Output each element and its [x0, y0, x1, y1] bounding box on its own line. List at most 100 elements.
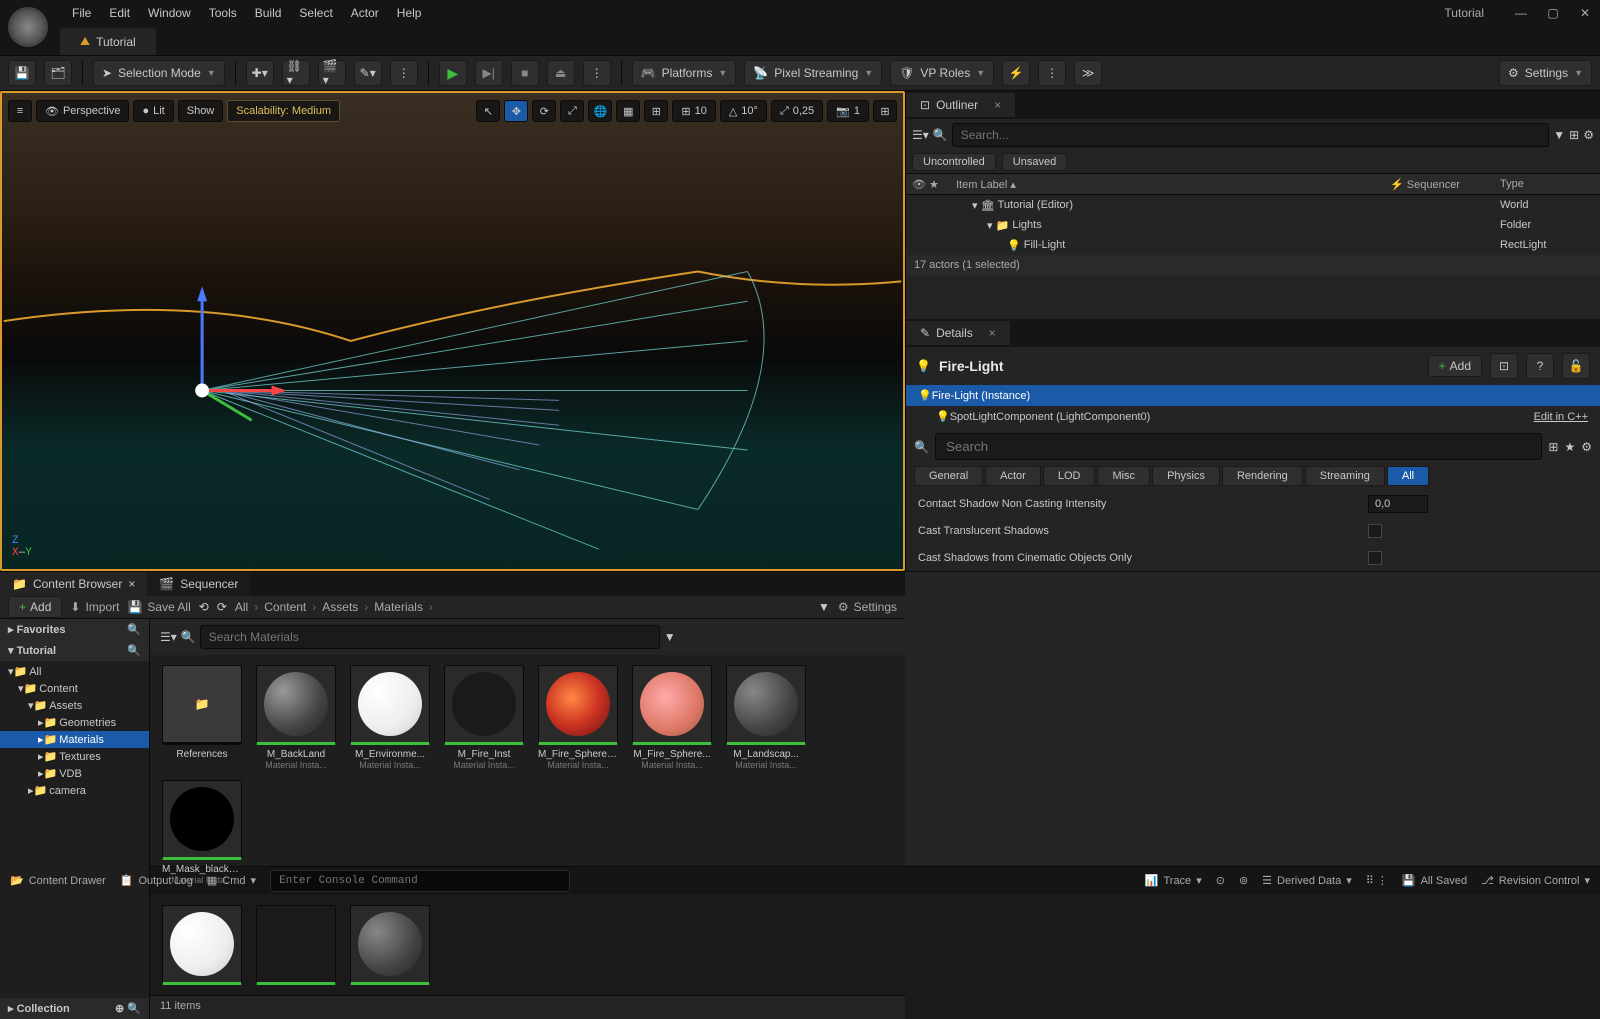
cat-physics[interactable]: Physics [1152, 466, 1220, 486]
mode-dropdown[interactable]: ➤ Selection Mode ▼ [93, 60, 225, 86]
step-button[interactable]: ▶| [475, 60, 503, 86]
collection-section[interactable]: ▸ Collection⊕ 🔍 [0, 998, 149, 1019]
menu-build[interactable]: Build [255, 6, 282, 20]
component-spotlight[interactable]: 💡 SpotLightComponent (LightComponent0) E… [906, 406, 1600, 427]
show-dropdown[interactable]: Show [178, 100, 224, 122]
select-tool[interactable]: ↖ [476, 100, 500, 122]
play-button[interactable]: ▶ [439, 60, 467, 86]
outliner-row-folder[interactable]: ▾ 📁 Lights Folder [906, 215, 1600, 235]
viewport-options[interactable]: ≡ [8, 100, 32, 122]
saveall-button[interactable]: 💾 Save All [127, 600, 190, 614]
move-tool[interactable]: ✥ [504, 100, 528, 122]
asset-item[interactable] [160, 905, 244, 985]
content-drawer-button[interactable]: 📂 Content Drawer [10, 874, 106, 887]
cb-settings[interactable]: ⚙ Settings [838, 600, 897, 614]
edit-in-cpp-link[interactable]: Edit in C++ [1534, 411, 1588, 423]
perf-icon[interactable]: ⊙ [1216, 874, 1225, 887]
close-icon[interactable]: × [128, 577, 135, 591]
import-button[interactable]: ⬇ Import [70, 600, 119, 614]
expand-button[interactable]: ≫ [1074, 60, 1102, 86]
menu-tools[interactable]: Tools [209, 6, 237, 20]
camera-speed[interactable]: 📷 1 [827, 100, 869, 122]
sequencer-tab[interactable]: 🎬 Sequencer [147, 572, 250, 596]
trace-dropdown[interactable]: 📊 Trace ▾ [1145, 874, 1202, 887]
favorites-section[interactable]: ▸ Favorites🔍 [0, 619, 149, 640]
cat-rendering[interactable]: Rendering [1222, 466, 1303, 486]
details-tab[interactable]: ✎ Details× [906, 321, 1010, 345]
stop-button[interactable]: ■ [511, 60, 539, 86]
tool2-button[interactable]: ⋮ [390, 60, 418, 86]
scale-snap[interactable]: ⤢ 0,25 [771, 100, 823, 122]
outliner-row-light[interactable]: 💡 Fill-Light RectLight [906, 235, 1600, 255]
scalability-dropdown[interactable]: Scalability: Medium [227, 100, 340, 122]
window-maximize[interactable]: ▢ [1546, 6, 1560, 20]
save-button[interactable]: 💾 [8, 60, 36, 86]
window-minimize[interactable]: — [1514, 6, 1528, 20]
sync-icon[interactable]: ⊚ [1239, 874, 1248, 887]
project-section[interactable]: ▾ Tutorial🔍 [0, 640, 149, 661]
asset-item[interactable]: M_BackLandMaterial Insta... [254, 665, 338, 770]
close-icon[interactable]: × [989, 326, 996, 340]
menu-actor[interactable]: Actor [351, 6, 379, 20]
add-asset-button[interactable]: +Add [8, 596, 62, 618]
derived-data-dropdown[interactable]: ☰ Derived Data ▾ [1262, 874, 1352, 887]
menu-file[interactable]: File [72, 6, 91, 20]
scale-tool[interactable]: ⤢ [560, 100, 584, 122]
asset-item[interactable] [254, 905, 338, 985]
cat-general[interactable]: General [914, 466, 983, 486]
close-icon[interactable]: × [994, 98, 1001, 112]
save-status[interactable]: 💾 All Saved [1402, 874, 1467, 887]
component-instance[interactable]: 💡 Fire-Light (Instance) [906, 385, 1600, 406]
filter-icon[interactable]: ☰▾ [160, 630, 177, 644]
tree-camera[interactable]: ▸📁camera [0, 782, 149, 799]
snap-surface[interactable]: ▦ [616, 100, 640, 122]
more-button[interactable]: ⋮ [1038, 60, 1066, 86]
add-component-button[interactable]: +Add [1428, 355, 1482, 377]
asset-item[interactable]: M_Landscap...Material Insta... [724, 665, 808, 770]
help-button[interactable]: ? [1526, 353, 1554, 379]
lit-dropdown[interactable]: ● Lit [133, 100, 173, 122]
tree-all[interactable]: ▾📁All [0, 663, 149, 680]
menu-edit[interactable]: Edit [109, 6, 130, 20]
settings-dropdown[interactable]: ⚙ Settings▼ [1499, 60, 1592, 86]
details-search[interactable] [935, 433, 1542, 460]
pixelstreaming-dropdown[interactable]: 📡 Pixel Streaming▼ [744, 60, 882, 86]
rotate-tool[interactable]: ⟳ [532, 100, 556, 122]
asset-item[interactable]: M_Fire_Sphere_InstMaterial Insta... [536, 665, 620, 770]
angle-snap[interactable]: △ 10° [720, 100, 767, 122]
asset-item[interactable] [348, 905, 432, 985]
menu-select[interactable]: Select [299, 6, 332, 20]
content-browser-tab[interactable]: 📁 Content Browser × [0, 572, 147, 596]
tool1-button[interactable]: ✎▾ [354, 60, 382, 86]
view-grid-icon[interactable]: ⊞ [1548, 440, 1558, 454]
asset-item[interactable]: M_Fire_Sphere...Material Insta... [630, 665, 714, 770]
cat-misc[interactable]: Misc [1097, 466, 1150, 486]
progress-icon[interactable]: ⠿ ⋮ [1366, 874, 1388, 887]
breadcrumb[interactable]: All› Content› Assets› Materials› [235, 600, 433, 614]
asset-item[interactable]: M_Mask_black_InstMaterial Insta... [160, 780, 244, 885]
value-input[interactable]: 0,0 [1368, 495, 1428, 513]
outliner-row-world[interactable]: ▾ 🏛 Tutorial (Editor) World [906, 195, 1600, 215]
eject-button[interactable]: ⏏ [547, 60, 575, 86]
world-local[interactable]: 🌐 [588, 100, 612, 122]
search-icon[interactable]: 🔍 [127, 623, 141, 636]
history-fwd[interactable]: ⟳ [217, 600, 227, 614]
tree-assets[interactable]: ▾📁Assets [0, 697, 149, 714]
tree-content[interactable]: ▾📁Content [0, 680, 149, 697]
vproles-dropdown[interactable]: 🛡 VP Roles▼ [890, 60, 994, 86]
tree-geometries[interactable]: ▸📁Geometries [0, 714, 149, 731]
platforms-dropdown[interactable]: 🎮 Platforms▼ [632, 60, 737, 86]
outliner-tab[interactable]: ⊡ Outliner× [906, 93, 1015, 117]
cat-streaming[interactable]: Streaming [1305, 466, 1385, 486]
blueprint-button[interactable]: ⛓▾ [282, 60, 310, 86]
menu-help[interactable]: Help [397, 6, 422, 20]
cat-actor[interactable]: Actor [985, 466, 1041, 486]
outliner-search[interactable] [952, 123, 1550, 147]
asset-item[interactable]: M_Fire_InstMaterial Insta... [442, 665, 526, 770]
window-close[interactable]: ✕ [1578, 6, 1592, 20]
cat-lod[interactable]: LOD [1043, 466, 1096, 486]
history-back[interactable]: ⟲ [199, 600, 209, 614]
grid-snap[interactable]: ⊞ 10 [672, 100, 715, 122]
tree-vdb[interactable]: ▸📁VDB [0, 765, 149, 782]
revision-control-dropdown[interactable]: ⎇ Revision Control ▾ [1481, 874, 1590, 887]
